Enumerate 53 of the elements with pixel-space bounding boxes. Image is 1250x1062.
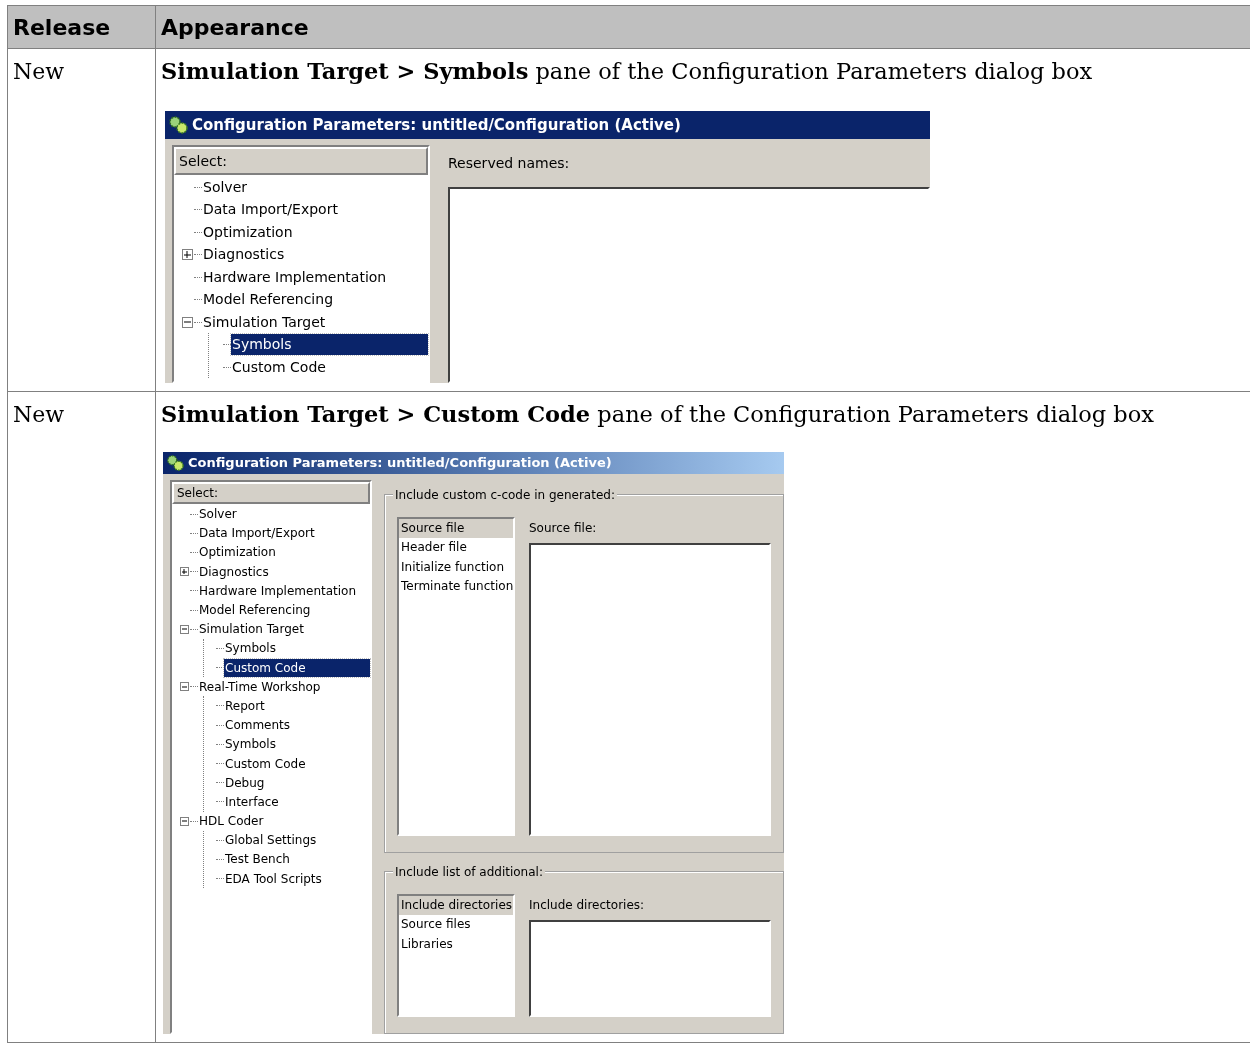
text-area[interactable] bbox=[529, 919, 771, 1017]
tree-item[interactable]: Custom Code bbox=[224, 658, 370, 677]
collapse-toggle[interactable] bbox=[179, 624, 189, 634]
tree-header: Select: bbox=[174, 146, 428, 175]
table-cell: New bbox=[7, 48, 156, 392]
expand-toggle[interactable] bbox=[181, 249, 193, 260]
tree-item[interactable]: Test Bench bbox=[224, 850, 291, 869]
table-cell: New bbox=[7, 391, 156, 1042]
tree-item[interactable]: Diagnostics bbox=[202, 244, 286, 265]
tree-item[interactable]: Hardware Implementation bbox=[198, 581, 358, 600]
list-item[interactable]: Include directories bbox=[399, 895, 513, 916]
tree-item[interactable]: Hardware Implementation bbox=[202, 266, 388, 288]
collapse-toggle[interactable] bbox=[181, 316, 193, 328]
window-title: Configuration Parameters: untitled/Configuration (Active) bbox=[192, 114, 681, 136]
field-label: Include directories: bbox=[529, 896, 646, 914]
tree-item[interactable]: Symbols bbox=[224, 735, 277, 754]
tree-item[interactable]: Symbols bbox=[231, 334, 428, 355]
tree-item[interactable]: Model Referencing bbox=[198, 601, 312, 620]
window-title: Configuration Parameters: untitled/Configuration (Active) bbox=[188, 453, 612, 472]
tree-item[interactable]: Solver bbox=[198, 505, 238, 524]
tree-item[interactable]: Real-Time Workshop bbox=[198, 677, 322, 696]
field-label: Source file: bbox=[529, 519, 598, 537]
tree-item[interactable]: Optimization bbox=[202, 221, 294, 243]
caption: Simulation Target > Symbols pane of the Configuration Parameters dialog box bbox=[161, 57, 1093, 86]
tree-item[interactable]: Simulation Target bbox=[202, 311, 327, 333]
tree-item[interactable]: Simulation Target bbox=[198, 620, 305, 639]
tree-item[interactable]: Debug bbox=[224, 773, 266, 792]
tree-item[interactable]: Data Import/Export bbox=[198, 524, 316, 543]
tree-item[interactable]: Custom Code bbox=[224, 754, 307, 773]
tree-item[interactable]: Global Settings bbox=[224, 831, 318, 850]
collapse-toggle[interactable] bbox=[179, 816, 189, 826]
column-header: Appearance bbox=[155, 5, 1250, 49]
tree-item[interactable]: Data Import/Export bbox=[202, 199, 339, 220]
tree-item[interactable]: Optimization bbox=[198, 543, 277, 562]
tree-item[interactable]: HDL Coder bbox=[198, 812, 265, 831]
tree-header: Select: bbox=[172, 481, 370, 504]
gears-icon bbox=[168, 114, 188, 135]
field-label: Reserved names: bbox=[448, 153, 571, 173]
tree-item[interactable]: Model Referencing bbox=[202, 289, 335, 310]
tree-item[interactable]: Diagnostics bbox=[198, 562, 270, 581]
gears-icon bbox=[166, 453, 184, 472]
tree-item[interactable]: Symbols bbox=[224, 639, 277, 658]
tree-item[interactable]: Report bbox=[224, 696, 266, 715]
expand-toggle[interactable] bbox=[179, 567, 189, 577]
caption: Simulation Target > Custom Code pane of the Configuration Parameters dialog box bbox=[161, 399, 1154, 429]
tree-item[interactable]: EDA Tool Scripts bbox=[224, 869, 323, 888]
tree-item[interactable]: Comments bbox=[224, 716, 292, 735]
list-item[interactable]: Source file bbox=[399, 518, 513, 538]
column-header: Release bbox=[7, 5, 156, 49]
tree-item[interactable]: Custom Code bbox=[231, 356, 327, 378]
tree-item[interactable]: Interface bbox=[224, 792, 280, 811]
tree-item[interactable]: Solver bbox=[202, 176, 248, 198]
collapse-toggle[interactable] bbox=[179, 682, 189, 692]
